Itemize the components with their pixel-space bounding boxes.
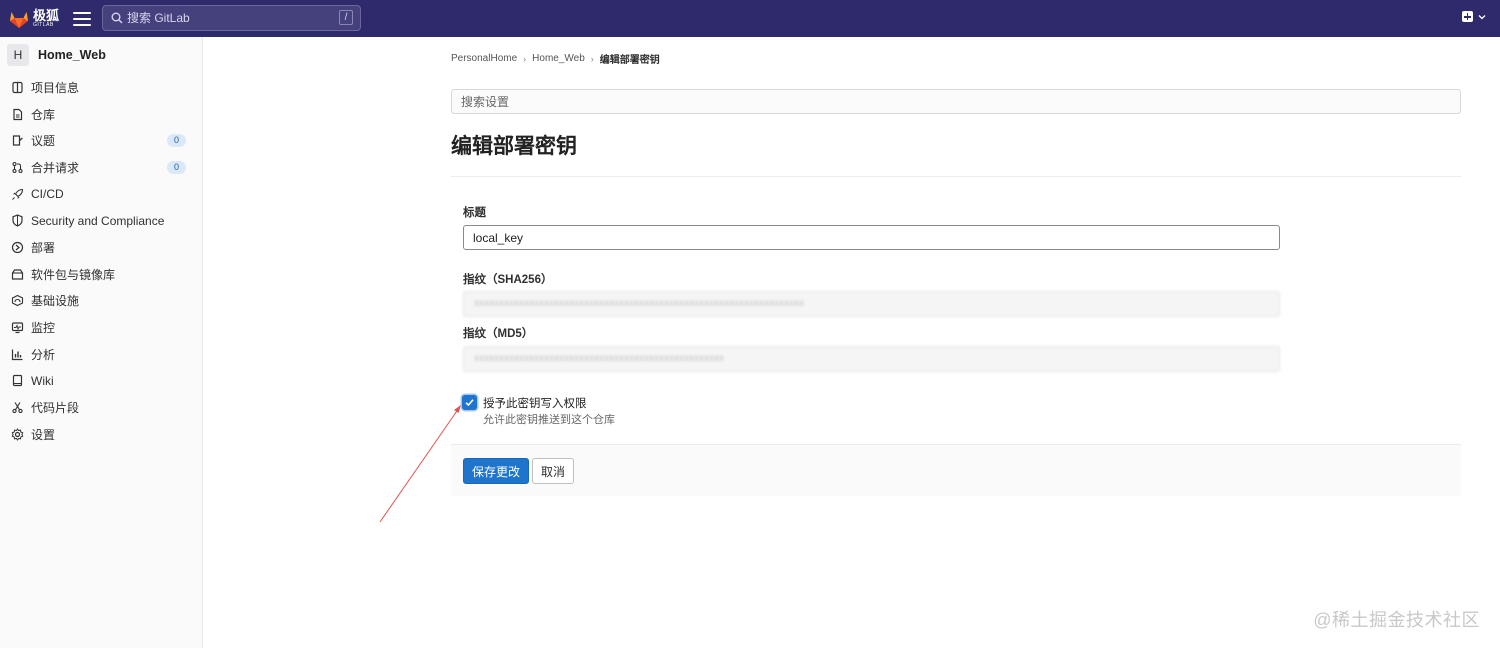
project-sidebar: H Home_Web 项目信息 仓库 议题 0 合并请求 0 CI/CD Sec…: [0, 37, 203, 648]
sidebar-item-repository[interactable]: 仓库: [0, 101, 202, 128]
sidebar-item-monitor[interactable]: 监控: [0, 314, 202, 341]
title-input[interactable]: [463, 225, 1280, 250]
sidebar-item-analytics[interactable]: 分析: [0, 341, 202, 368]
sidebar-item-infrastructure[interactable]: 基础设施: [0, 288, 202, 315]
breadcrumb: PersonalHome › Home_Web › 编辑部署密钥: [451, 51, 660, 66]
rocket-icon: [12, 188, 24, 200]
breadcrumb-separator-icon: ›: [523, 53, 527, 64]
sha256-label: 指纹（SHA256）: [463, 274, 553, 286]
sidebar-nav: 项目信息 仓库 议题 0 合并请求 0 CI/CD Security and C…: [0, 74, 202, 448]
breadcrumb-current: 编辑部署密钥: [599, 55, 660, 66]
project-name: Home_Web: [38, 48, 106, 62]
snippet-icon: [12, 402, 23, 414]
global-search[interactable]: /: [102, 5, 361, 31]
new-menu-dropdown[interactable]: [1462, 11, 1486, 22]
brand-logo-link[interactable]: 极狐 GITLAB: [8, 9, 68, 29]
sidebar-item-label: 议题: [31, 134, 56, 149]
sidebar-item-label: Security and Compliance: [31, 213, 165, 228]
sidebar-item-label: CI/CD: [31, 187, 64, 202]
shield-icon: [12, 214, 23, 227]
title-label: 标题: [463, 207, 486, 219]
book-icon: [12, 375, 23, 387]
page-title: 编辑部署密钥: [451, 135, 577, 158]
sidebar-item-label: 监控: [31, 321, 56, 336]
write-access-label[interactable]: 授予此密钥写入权限: [483, 395, 587, 411]
cancel-button[interactable]: 取消: [532, 458, 574, 484]
chart-icon: [11, 349, 23, 360]
md5-fingerprint-field: xxxxxxxxxxxxxxxxxxxxxxxxxxxxxxxxxxxxxxxx…: [463, 346, 1280, 372]
sidebar-item-label: 仓库: [31, 107, 56, 122]
sidebar-item-label: 项目信息: [31, 80, 80, 95]
project-info-icon: [12, 81, 23, 93]
sha256-fingerprint-field: xxxxxxxxxxxxxxxxxxxxxxxxxxxxxxxxxxxxxxxx…: [463, 291, 1280, 317]
form-actions: [451, 444, 1461, 496]
sidebar-item-label: Wiki: [31, 373, 54, 388]
merge-request-icon: [12, 161, 23, 173]
sidebar-item-label: 软件包与镜像库: [31, 267, 116, 282]
brand-sub: GITLAB: [33, 22, 54, 28]
search-icon: [111, 12, 123, 24]
checkmark-icon: [465, 399, 474, 407]
sidebar-item-project-info[interactable]: 项目信息: [0, 74, 202, 101]
sidebar-item-wiki[interactable]: Wiki: [0, 368, 202, 395]
sidebar-item-label: 分析: [31, 347, 56, 362]
sidebar-item-merge-requests[interactable]: 合并请求 0: [0, 154, 202, 181]
annotation-arrow-icon: [379, 405, 461, 523]
package-icon: [11, 269, 24, 280]
fox-logo-icon: [10, 11, 28, 28]
settings-search-input[interactable]: [451, 89, 1461, 114]
sidebar-item-label: 合并请求: [31, 160, 80, 175]
issues-count-badge: 0: [167, 134, 186, 148]
sidebar-item-issues[interactable]: 议题 0: [0, 127, 202, 154]
project-avatar: H: [7, 44, 29, 66]
top-navbar: 极狐 GITLAB /: [0, 0, 1500, 37]
md5-label: 指纹（MD5）: [463, 328, 534, 340]
sidebar-item-label: 基础设施: [31, 294, 80, 309]
sidebar-item-packages[interactable]: 软件包与镜像库: [0, 261, 202, 288]
hamburger-menu-icon[interactable]: [73, 11, 91, 26]
watermark: @稀土掘金技术社区: [1313, 610, 1480, 630]
sidebar-item-deployments[interactable]: 部署: [0, 234, 202, 261]
merge-requests-count-badge: 0: [167, 161, 186, 175]
save-changes-button[interactable]: 保存更改: [463, 458, 529, 484]
sidebar-item-label: 代码片段: [31, 401, 80, 416]
sidebar-item-snippets[interactable]: 代码片段: [0, 394, 202, 421]
brand-name: 极狐: [33, 8, 60, 23]
cloud-icon: [11, 295, 24, 307]
sidebar-item-label: 部署: [31, 240, 56, 255]
sidebar-item-cicd[interactable]: CI/CD: [0, 181, 202, 208]
sidebar-project-header[interactable]: H Home_Web: [0, 38, 202, 72]
deployments-icon: [11, 241, 24, 254]
write-access-help: 允许此密钥推送到这个仓库: [483, 414, 615, 426]
chevron-down-icon: [1478, 14, 1486, 19]
monitor-icon: [11, 322, 24, 334]
issues-icon: [12, 135, 23, 146]
sidebar-item-label: 设置: [31, 427, 56, 442]
sidebar-item-security[interactable]: Security and Compliance: [0, 207, 202, 234]
search-shortcut-hint: /: [339, 10, 353, 25]
breadcrumb-separator-icon: ›: [590, 53, 594, 64]
sidebar-item-settings[interactable]: 设置: [0, 421, 202, 448]
title-divider: [451, 176, 1461, 177]
gear-icon: [11, 427, 24, 441]
document-icon: [13, 108, 23, 120]
global-search-input[interactable]: [127, 11, 327, 25]
breadcrumb-link-personalhome[interactable]: PersonalHome: [451, 53, 517, 64]
plus-square-icon: [1462, 11, 1473, 22]
breadcrumb-link-home-web[interactable]: Home_Web: [532, 53, 585, 64]
